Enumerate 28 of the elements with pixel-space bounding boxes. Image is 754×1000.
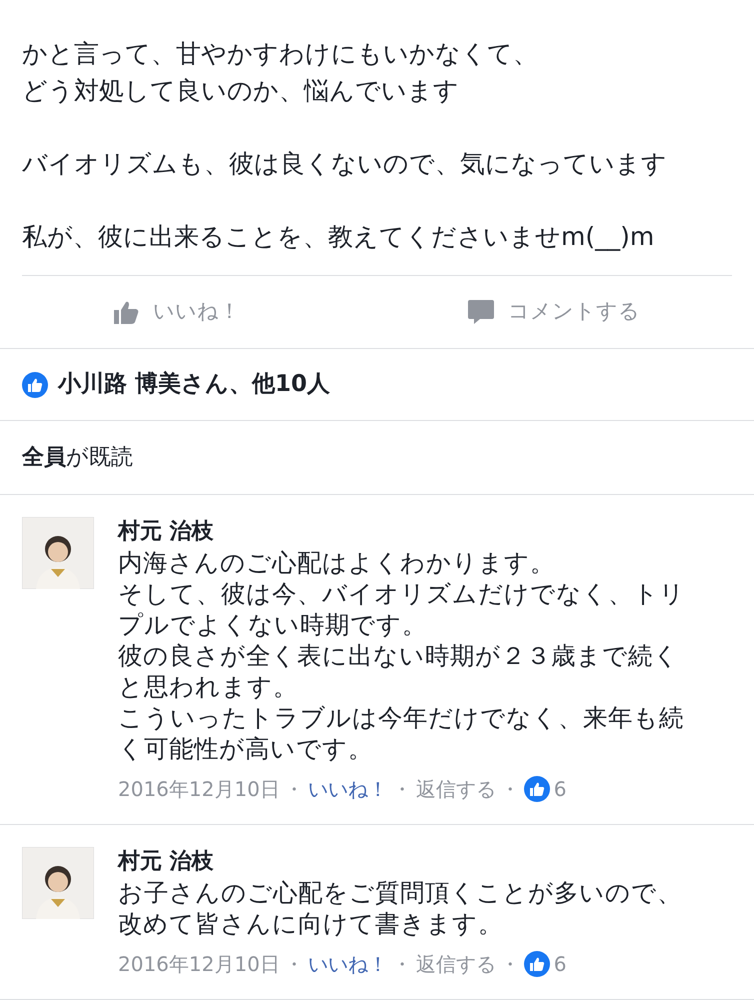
- like-icon: [524, 776, 550, 802]
- thumbs-up-icon: [114, 300, 139, 324]
- separator-dot: ・: [500, 776, 520, 803]
- separator-dot: ・: [392, 951, 412, 978]
- like-icon: [524, 951, 550, 977]
- separator-dot: ・: [500, 951, 520, 978]
- author-name[interactable]: 村元 治枝: [118, 847, 732, 877]
- post-text: かと言って、甘やかすわけにもいかなくて、 どう対処して良いのか、悩んでいます バイオリズムも、彼は良くないので、気になっています 私が、彼に出来ることを、教えてくださいませm(__)m: [22, 38, 668, 253]
- like-link[interactable]: いいね！: [308, 949, 388, 979]
- likes-summary[interactable]: 小川路 博美さん、他10人: [58, 367, 330, 402]
- speech-bubble-icon: [468, 300, 494, 324]
- like-count: 6: [554, 951, 567, 978]
- separator-dot: ・: [284, 951, 304, 978]
- like-count: 6: [554, 776, 567, 803]
- comment-button[interactable]: コメントする: [460, 292, 648, 332]
- comment-text: お子さんのご心配をご質問頂くことが多いので、 改めて皆さんに向けて書きます。: [118, 877, 683, 939]
- like-icon: [22, 372, 48, 398]
- reply-link[interactable]: 返信する: [416, 949, 496, 979]
- like-link[interactable]: いいね！: [308, 774, 388, 804]
- seen-status: 全員が既読: [22, 444, 133, 472]
- reply-link[interactable]: 返信する: [416, 774, 496, 804]
- comment-date: 2016年12月10日: [118, 776, 280, 803]
- comment-date: 2016年12月10日: [118, 951, 280, 978]
- author-name[interactable]: 村元 治枝: [118, 517, 732, 547]
- like-button[interactable]: いいね！: [106, 292, 248, 332]
- comment-text: 内海さんのご心配はよくわかります。 そして、彼は今、バイオリズムだけでなく、トリ プルでよくない時期です。 彼の良さが全く表に出ない時期が２３歳まで続く と思われます。 こういったトラブルは今年だけでなく、来年も続 く可能性が高いです。: [118, 547, 686, 764]
- separator-dot: ・: [392, 776, 412, 803]
- separator-dot: ・: [284, 776, 304, 803]
